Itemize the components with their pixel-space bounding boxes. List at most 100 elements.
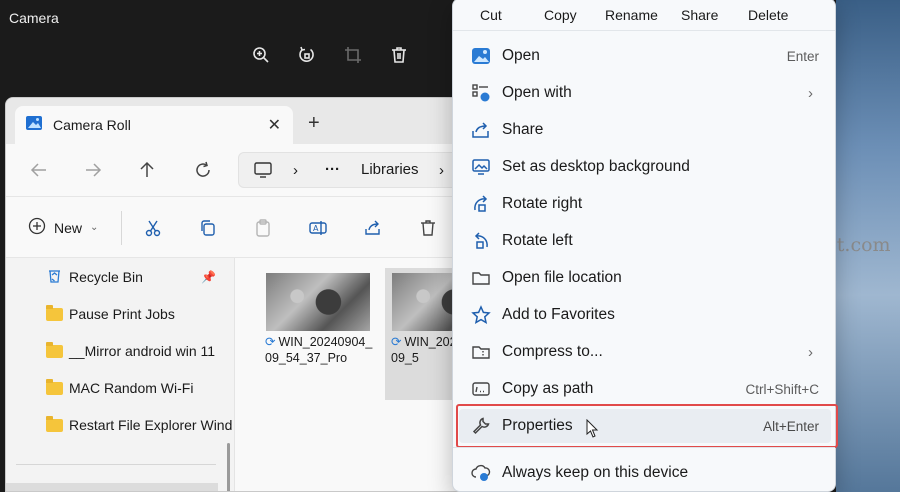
refresh-icon[interactable] (192, 159, 214, 181)
address-bar[interactable]: › ··· Libraries › (238, 152, 474, 188)
sync-icon: ⟳ (265, 335, 276, 349)
menu-label: Properties (502, 417, 573, 434)
folder-icon (46, 378, 63, 395)
menu-item-rotate-right[interactable]: Rotate right (459, 187, 831, 221)
share-icon (470, 119, 492, 141)
menu-item-share[interactable]: Share (459, 113, 831, 147)
chevron-right-icon: › (808, 343, 813, 361)
share-icon[interactable] (362, 217, 384, 239)
menu-label: Open file location (502, 269, 622, 286)
file-thumbnail (266, 273, 370, 331)
menu-shortcut: Enter (786, 48, 819, 64)
nav-item-folder[interactable]: Pause Print Jobs (46, 302, 175, 326)
file-list: ⟳WIN_20240904_09_54_37_Pro ⟳WIN_20240904… (235, 258, 474, 491)
rotate-icon[interactable] (296, 44, 318, 66)
quick-delete[interactable]: Delete (748, 7, 788, 23)
nav-item-label: __Mirror android win 11 (69, 343, 216, 359)
new-button[interactable]: New ⌄ (28, 217, 98, 238)
address-ellipsis[interactable]: ··· (325, 161, 340, 178)
menu-label: Share (502, 121, 544, 138)
photos-icon (470, 45, 492, 67)
menu-item-open-file-location[interactable]: Open file location (459, 261, 831, 295)
menu-item-add-to-favorites[interactable]: Add to Favorites (459, 298, 831, 332)
menu-separator (453, 447, 835, 448)
nav-item-folder[interactable]: __Mirror android win 11 (46, 339, 215, 363)
menu-item-properties[interactable]: Properties Alt+Enter (456, 404, 838, 448)
rename-icon[interactable]: A (307, 217, 329, 239)
command-bar: New ⌄ A (6, 196, 474, 258)
tab-bar: Camera Roll ✕ + (6, 98, 474, 144)
new-button-label: New (54, 219, 83, 236)
star-icon (470, 304, 492, 326)
zip-icon (470, 341, 492, 363)
menu-label: Always keep on this device (502, 464, 689, 481)
nav-item-recycle-bin[interactable]: Recycle Bin (46, 265, 143, 289)
up-icon[interactable] (136, 159, 158, 181)
nav-item-label: Recycle Bin (69, 269, 143, 285)
quick-cut[interactable]: Cut (480, 7, 502, 23)
paste-icon[interactable] (252, 217, 274, 239)
menu-label: Set as desktop background (502, 158, 690, 175)
nav-item-folder[interactable]: Restart File Explorer Wind (46, 413, 232, 437)
wrench-icon (470, 415, 492, 437)
nav-item-selected[interactable] (6, 483, 218, 491)
folder-open-icon (470, 267, 492, 289)
menu-label: Rotate right (502, 195, 583, 212)
desktop-background-icon (470, 156, 492, 178)
menu-label: Copy as path (502, 380, 594, 397)
quick-copy[interactable]: Copy (544, 7, 577, 23)
context-quick-actions: Cut Copy Rename Share Delete (453, 0, 835, 29)
copy-icon[interactable] (197, 217, 219, 239)
pin-icon: 📌 (201, 270, 216, 284)
command-separator (121, 211, 122, 245)
photos-toolbar (250, 44, 410, 66)
cloud-sync-icon (470, 462, 492, 484)
file-explorer-window: Camera Roll ✕ + › ··· Libraries › New ⌄ … (5, 97, 475, 492)
nav-item-label: Restart File Explorer Wind (69, 417, 233, 433)
new-tab-icon[interactable]: + (308, 112, 320, 135)
close-tab-icon[interactable]: ✕ (268, 115, 281, 135)
menu-item-rotate-left[interactable]: Rotate left (459, 224, 831, 258)
file-name: ⟳ WIN_20240904_09_54_37_Pro (265, 335, 373, 365)
menu-item-open[interactable]: Open Enter (459, 39, 831, 73)
delete-icon[interactable] (388, 44, 410, 66)
menu-label: Rotate left (502, 232, 573, 249)
nav-item-label: Pause Print Jobs (69, 306, 175, 322)
chevron-right-icon: › (439, 162, 444, 179)
plus-circle-icon (28, 217, 46, 238)
chevron-right-icon: › (808, 84, 813, 102)
menu-shortcut: Alt+Enter (763, 418, 819, 434)
navigation-bar: › ··· Libraries › (6, 144, 474, 196)
svg-text:A: A (313, 224, 319, 233)
nav-scrollbar[interactable] (227, 443, 230, 491)
copy-path-icon (470, 378, 492, 400)
menu-label: Add to Favorites (502, 306, 615, 323)
file-item[interactable]: ⟳ WIN_20240904_09_54_37_Pro (259, 268, 379, 400)
folder-icon (46, 341, 63, 358)
crop-icon[interactable] (342, 44, 364, 66)
menu-item-compress-to[interactable]: Compress to... › (459, 335, 831, 369)
rotate-right-icon (470, 193, 492, 215)
recycle-bin-icon (46, 267, 63, 287)
menu-label: Compress to... (502, 343, 603, 360)
nav-item-folder[interactable]: MAC Random Wi-Fi (46, 376, 193, 400)
chevron-right-icon: › (293, 162, 298, 179)
quick-share[interactable]: Share (681, 7, 718, 23)
address-segment-libraries[interactable]: Libraries (361, 161, 419, 178)
forward-icon[interactable] (82, 159, 104, 181)
back-icon[interactable] (28, 159, 50, 181)
menu-separator (453, 30, 835, 31)
menu-item-copy-as-path[interactable]: Copy as path Ctrl+Shift+C (459, 372, 831, 406)
cut-icon[interactable] (142, 217, 164, 239)
folder-icon (46, 415, 63, 432)
tab-camera-roll[interactable]: Camera Roll ✕ (15, 106, 293, 144)
menu-item-open-with[interactable]: Open with › (459, 76, 831, 110)
menu-item-set-desktop-background[interactable]: Set as desktop background (459, 150, 831, 184)
menu-item-always-keep-on-device[interactable]: Always keep on this device (459, 456, 831, 490)
photos-app-title: Camera (9, 10, 59, 26)
tab-title: Camera Roll (53, 117, 131, 133)
delete-icon[interactable] (417, 217, 439, 239)
zoom-in-icon[interactable] (250, 44, 272, 66)
quick-rename[interactable]: Rename (605, 7, 658, 23)
nav-divider (16, 464, 216, 465)
